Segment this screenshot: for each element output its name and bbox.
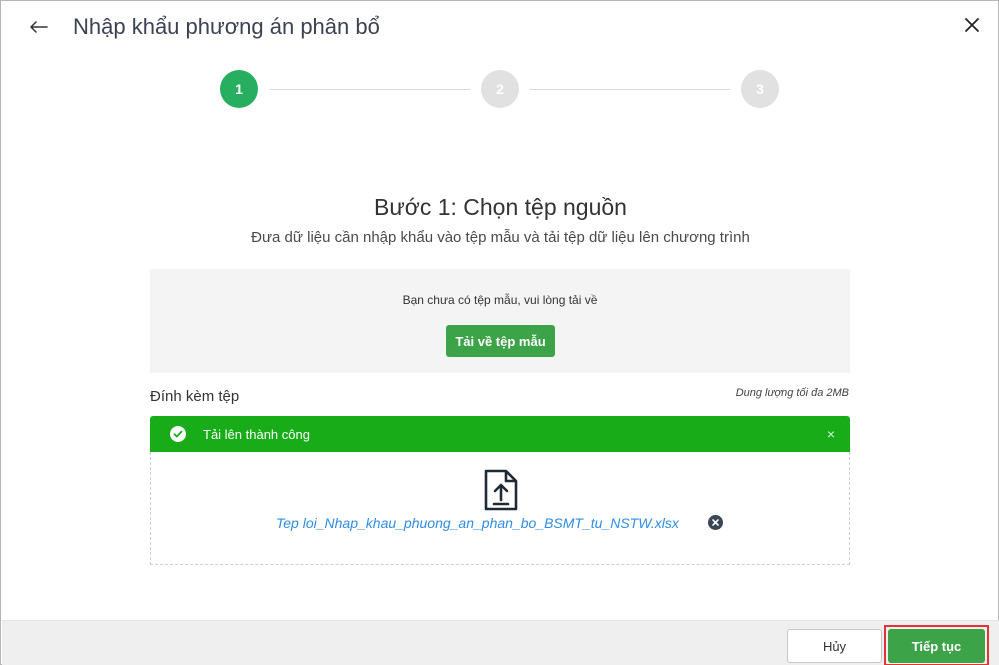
size-limit-note: Dung lượng tối đa 2MB	[735, 387, 849, 399]
step-subtitle: Đưa dữ liệu cần nhập khẩu vào tệp mẫu và…	[251, 229, 750, 246]
step-connector	[530, 89, 730, 90]
dialog-footer: Hủy Tiếp tục	[2, 620, 999, 665]
upload-success-text: Tải lên thành công	[203, 427, 310, 442]
arrow-left-icon	[30, 21, 48, 33]
dialog-title: Nhập khẩu phương án phân bổ	[73, 14, 380, 39]
template-message: Bạn chưa có tệp mẫu, vui lòng tải về	[402, 293, 598, 307]
continue-button[interactable]: Tiếp tục	[888, 629, 985, 663]
file-upload-icon	[484, 469, 518, 511]
check-circle-icon	[170, 426, 186, 442]
uploaded-file-link[interactable]: Tep loi_Nhap_khau_phuong_an_phan_bo_BSMT…	[276, 515, 679, 531]
file-drop-zone[interactable]: Tep loi_Nhap_khau_phuong_an_phan_bo_BSMT…	[150, 452, 850, 565]
cancel-button[interactable]: Hủy	[787, 629, 882, 663]
download-template-button[interactable]: Tải về tệp mẫu	[446, 325, 555, 357]
template-download-panel: Bạn chưa có tệp mẫu, vui lòng tải về Tải…	[150, 269, 850, 373]
close-icon	[965, 18, 979, 32]
dismiss-banner-icon[interactable]: ×	[824, 426, 838, 442]
step-2-indicator: 2	[481, 70, 519, 108]
step-connector	[270, 89, 470, 90]
upload-success-banner: Tải lên thành công ×	[150, 416, 850, 452]
back-button[interactable]	[25, 15, 53, 39]
remove-file-icon[interactable]	[708, 515, 723, 530]
close-button[interactable]	[959, 12, 985, 38]
step-1-indicator: 1	[220, 70, 258, 108]
step-3-indicator: 3	[741, 70, 779, 108]
import-dialog: Nhập khẩu phương án phân bổ 1 2 3 Bước 1…	[0, 0, 999, 665]
step-title: Bước 1: Chọn tệp nguồn	[374, 194, 627, 220]
attachment-label: Đính kèm tệp	[150, 388, 240, 405]
